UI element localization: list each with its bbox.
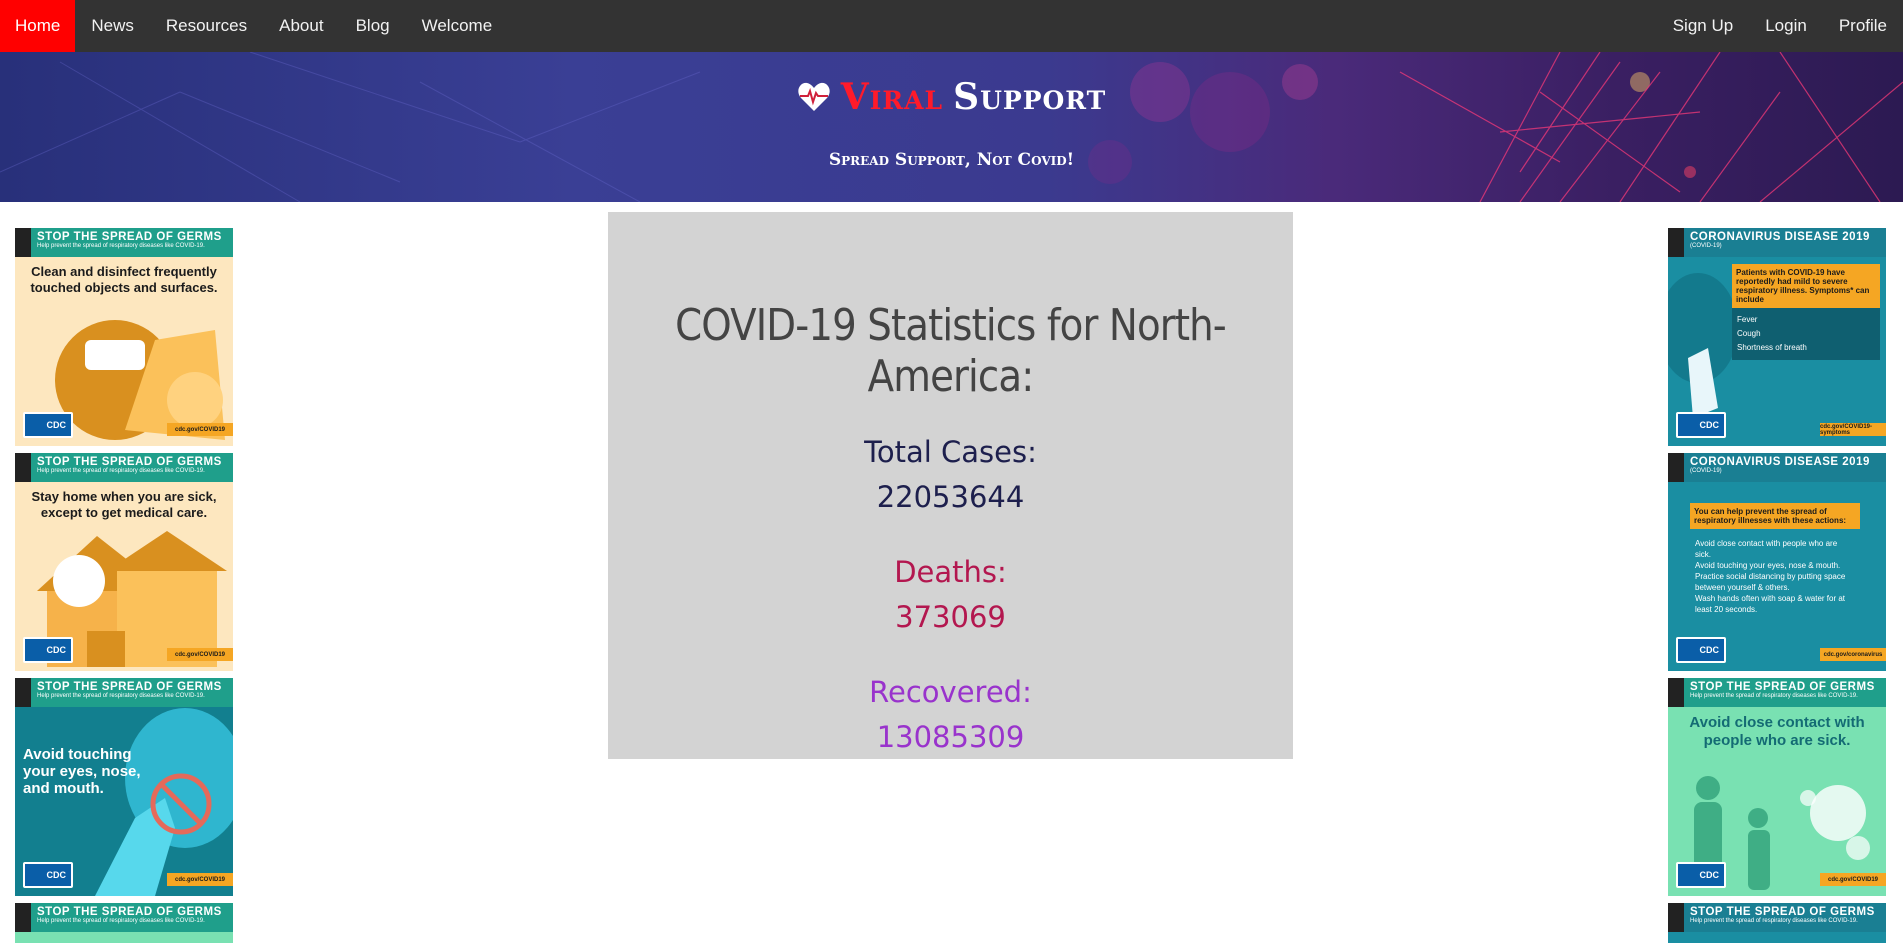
- stats-title: COVID-19 Statistics for North-America:: [675, 300, 1227, 402]
- poster-message: Clean and disinfect frequently touched o…: [30, 264, 218, 295]
- poster-subtitle: Help prevent the spread of respiratory d…: [37, 468, 205, 474]
- poster-url: cdc.gov/COVID19: [1820, 873, 1886, 886]
- poster-subtitle: (COVID-19): [1690, 243, 1722, 249]
- nav-news-link[interactable]: News: [75, 0, 150, 52]
- poster-message: Avoid close contact with people who are …: [1689, 714, 1865, 749]
- cdc-logo: CDC: [1676, 862, 1726, 888]
- recovered-value: 13085309: [876, 720, 1025, 754]
- brand-name-red: Viral: [840, 76, 944, 118]
- poster-title: CORONAVIRUS DISEASE 2019: [1690, 456, 1870, 468]
- nav-login-link[interactable]: Login: [1749, 0, 1823, 52]
- prevention-intro: You can help prevent the spread of respi…: [1690, 503, 1860, 529]
- poster-partial: STOP THE SPREAD OF GERMS Help prevent th…: [1668, 903, 1886, 943]
- nav-profile-link[interactable]: Profile: [1823, 0, 1903, 52]
- deaths-value: 373069: [895, 600, 1006, 634]
- prevention-item: Avoid close contact with people who are …: [1695, 539, 1838, 559]
- cdc-logo: CDC: [1676, 637, 1726, 663]
- cdc-logo: CDC: [23, 862, 73, 888]
- site-logo[interactable]: Viral Support: [0, 76, 1903, 118]
- network-background-graphic: [0, 52, 1903, 202]
- poster-title: STOP THE SPREAD OF GERMS: [1690, 681, 1875, 693]
- nav-resources-link[interactable]: Resources: [150, 0, 263, 52]
- cdc-logo: CDC: [23, 412, 73, 438]
- deaths-stat: Deaths: 373069: [608, 550, 1293, 640]
- poster-prevention-actions: CORONAVIRUS DISEASE 2019 (COVID-19) You …: [1668, 453, 1886, 671]
- face-touch-icon: [95, 708, 233, 896]
- nav-signup-link[interactable]: Sign Up: [1657, 0, 1749, 52]
- cdc-logo: CDC: [1676, 412, 1726, 438]
- poster-header: STOP THE SPREAD OF GERMS Help prevent th…: [15, 903, 233, 932]
- symptom-item: Fever: [1737, 315, 1758, 324]
- site-tagline: Spread Support, Not Covid!: [828, 150, 1075, 170]
- symptoms-list: Fever Cough Shortness of breath: [1732, 308, 1880, 360]
- poster-header: STOP THE SPREAD OF GERMS Help prevent th…: [15, 453, 233, 482]
- brand-name-white: Support: [953, 76, 1107, 118]
- poster-avoid-close-contact: STOP THE SPREAD OF GERMS Help prevent th…: [1668, 678, 1886, 896]
- symptoms-intro: Patients with COVID-19 have reportedly h…: [1732, 264, 1880, 308]
- poster-subtitle: Help prevent the spread of respiratory d…: [1690, 693, 1858, 699]
- prevention-item: Practice social distancing by putting sp…: [1695, 572, 1846, 592]
- symptom-item: Cough: [1737, 329, 1761, 338]
- poster-header: CORONAVIRUS DISEASE 2019 (COVID-19): [1668, 453, 1886, 482]
- nav-welcome-link[interactable]: Welcome: [406, 0, 509, 52]
- poster-url: cdc.gov/COVID19: [167, 648, 233, 661]
- poster-subtitle: Help prevent the spread of respiratory d…: [37, 693, 205, 699]
- cdc-logo: CDC: [23, 637, 73, 663]
- hero-banner: Viral Support Spread Support, Not Covid!: [0, 52, 1903, 202]
- poster-message: Avoid touching your eyes, nose, and mout…: [23, 746, 141, 797]
- poster-partial: STOP THE SPREAD OF GERMS Help prevent th…: [15, 903, 233, 943]
- nav-right: Sign Up Login Profile: [1657, 0, 1903, 52]
- poster-url: cdc.gov/coronavirus: [1820, 648, 1886, 661]
- symptom-item: Shortness of breath: [1737, 343, 1807, 352]
- poster-subtitle: Help prevent the spread of respiratory d…: [1690, 918, 1858, 924]
- poster-title: STOP THE SPREAD OF GERMS: [37, 681, 222, 693]
- left-poster-column: STOP THE SPREAD OF GERMS Help prevent th…: [15, 228, 233, 950]
- total-cases-value: 22053644: [876, 480, 1025, 514]
- poster-title: CORONAVIRUS DISEASE 2019: [1690, 231, 1870, 243]
- poster-subtitle: (COVID-19): [1690, 468, 1722, 474]
- poster-subtitle: Help prevent the spread of respiratory d…: [37, 918, 205, 924]
- recovered-label: Recovered:: [869, 675, 1032, 709]
- poster-title: STOP THE SPREAD OF GERMS: [37, 456, 222, 468]
- poster-header: STOP THE SPREAD OF GERMS Help prevent th…: [15, 228, 233, 257]
- poster-subtitle: Help prevent the spread of respiratory d…: [37, 243, 205, 249]
- nav-left: Home News Resources About Blog Welcome: [0, 0, 508, 52]
- prevention-list: Avoid close contact with people who are …: [1690, 533, 1860, 620]
- covid-stats-card: COVID-19 Statistics for North-America: T…: [608, 212, 1293, 759]
- prevention-item: Avoid touching your eyes, nose & mouth.: [1695, 561, 1841, 570]
- total-cases-label: Total Cases:: [864, 435, 1037, 469]
- right-poster-column: CORONAVIRUS DISEASE 2019 (COVID-19) Pati…: [1668, 228, 1886, 950]
- poster-symptoms: CORONAVIRUS DISEASE 2019 (COVID-19) Pati…: [1668, 228, 1886, 446]
- nav-blog-link[interactable]: Blog: [340, 0, 406, 52]
- poster-stay-home: STOP THE SPREAD OF GERMS Help prevent th…: [15, 453, 233, 671]
- deaths-label: Deaths:: [894, 555, 1007, 589]
- poster-url: cdc.gov/COVID19-symptoms: [1820, 423, 1886, 436]
- poster-title: STOP THE SPREAD OF GERMS: [37, 231, 222, 243]
- poster-title: STOP THE SPREAD OF GERMS: [1690, 906, 1875, 918]
- nav-home-link[interactable]: Home: [0, 0, 76, 52]
- nav-about-link[interactable]: About: [263, 0, 339, 52]
- heart-pulse-icon: [798, 82, 830, 111]
- poster-clean-surfaces: STOP THE SPREAD OF GERMS Help prevent th…: [15, 228, 233, 446]
- poster-header: STOP THE SPREAD OF GERMS Help prevent th…: [1668, 903, 1886, 932]
- poster-url: cdc.gov/COVID19: [167, 873, 233, 886]
- poster-header: CORONAVIRUS DISEASE 2019 (COVID-19): [1668, 228, 1886, 257]
- poster-header: STOP THE SPREAD OF GERMS Help prevent th…: [15, 678, 233, 707]
- recovered-stat: Recovered: 13085309: [608, 670, 1293, 760]
- poster-title: STOP THE SPREAD OF GERMS: [37, 906, 222, 918]
- top-nav: Home News Resources About Blog Welcome S…: [0, 0, 1903, 52]
- total-cases-stat: Total Cases: 22053644: [608, 430, 1293, 520]
- poster-message: Stay home when you are sick, except to g…: [31, 489, 217, 520]
- poster-avoid-touching: STOP THE SPREAD OF GERMS Help prevent th…: [15, 678, 233, 896]
- poster-url: cdc.gov/COVID19: [167, 423, 233, 436]
- prevention-item: Wash hands often with soap & water for a…: [1695, 594, 1846, 614]
- poster-header: STOP THE SPREAD OF GERMS Help prevent th…: [1668, 678, 1886, 707]
